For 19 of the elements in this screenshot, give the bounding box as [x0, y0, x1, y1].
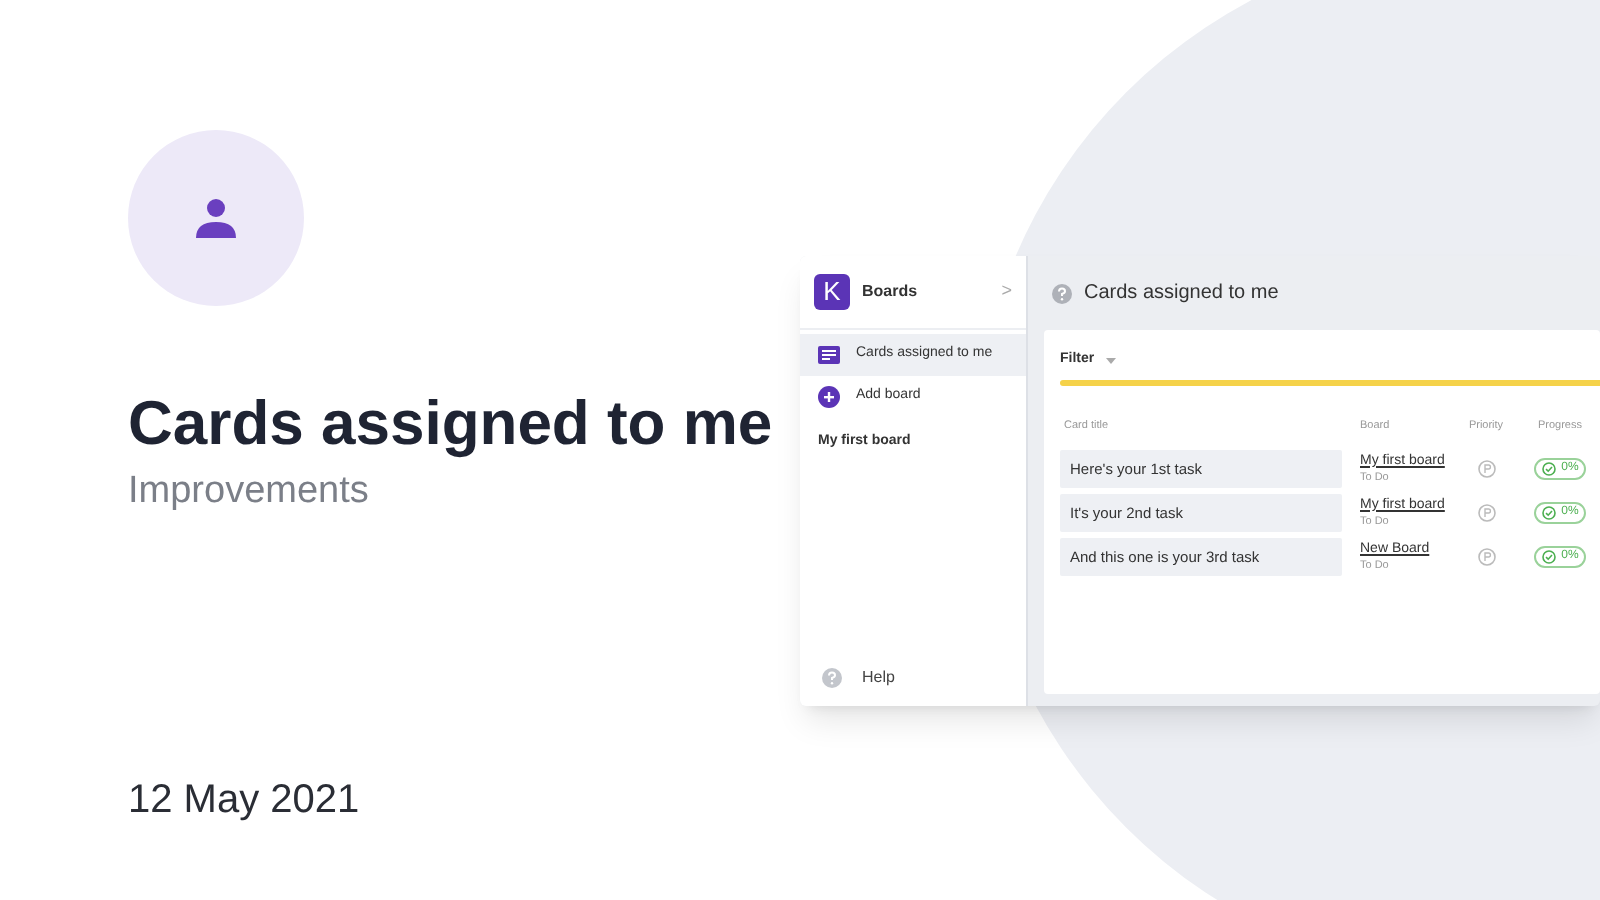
- check-circle-icon: [1541, 461, 1556, 476]
- logo: K: [814, 274, 850, 310]
- list-icon: [818, 346, 840, 364]
- help-icon[interactable]: [822, 668, 842, 688]
- priority-icon[interactable]: [1477, 547, 1495, 566]
- caret-icon: [1106, 357, 1117, 364]
- announcement-title: Cards assigned to me: [128, 386, 768, 462]
- check-circle-icon: [1541, 549, 1556, 564]
- announcement-category: Improvements: [128, 467, 371, 516]
- priority-icon[interactable]: [1477, 459, 1495, 478]
- announcement-date: 12 May 2021: [128, 776, 362, 826]
- sidebar-title: Boards: [862, 280, 920, 304]
- plus-icon: [818, 386, 840, 408]
- priority-icon[interactable]: [1477, 503, 1495, 522]
- page-title: Cards assigned to me: [1084, 280, 1279, 308]
- help-icon[interactable]: [1052, 283, 1072, 303]
- help-link[interactable]: Help: [862, 666, 895, 690]
- check-circle-icon: [1541, 505, 1556, 520]
- person-icon: [194, 196, 238, 240]
